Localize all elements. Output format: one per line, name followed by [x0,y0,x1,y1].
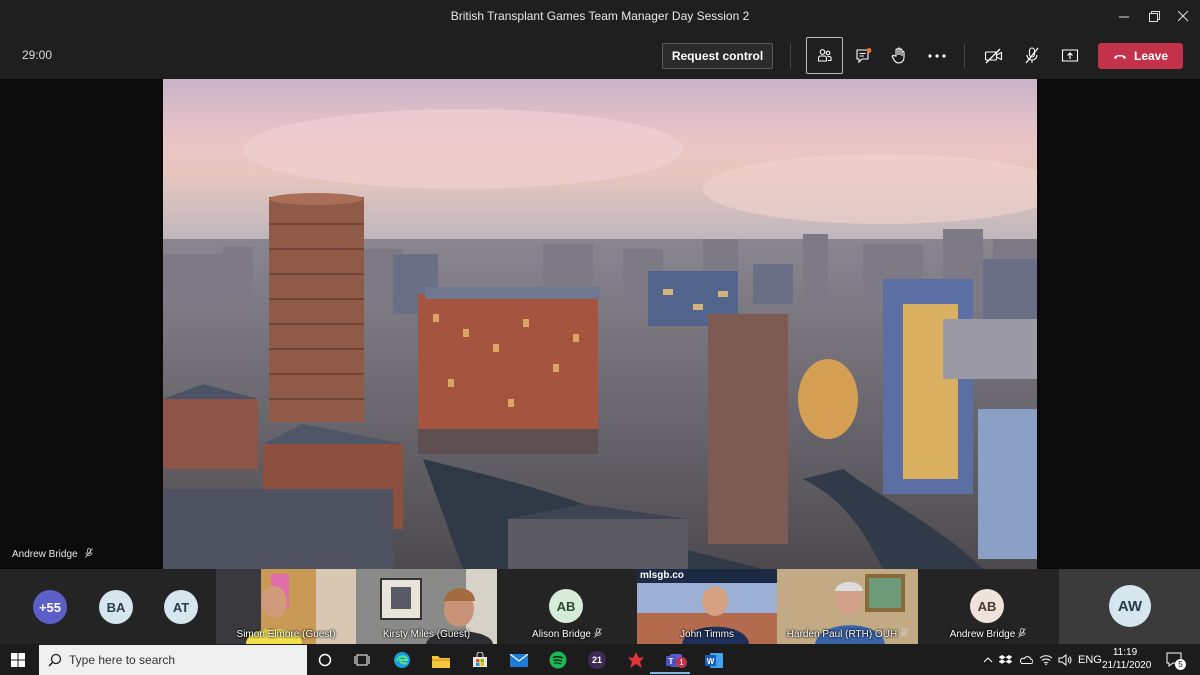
search-icon [48,653,62,670]
system-clock[interactable]: 11:19 21/11/2020 [1102,646,1152,672]
mic-off-icon[interactable] [1013,37,1050,74]
toolbar-divider [964,43,965,69]
meeting-timer: 29:00 [22,48,53,62]
presenter-label: Andrew Bridge [12,548,93,560]
participant-video-tile[interactable]: Kirsty Miles (Guest) [356,569,497,644]
file-explorer-icon[interactable] [428,647,454,673]
meeting-toolbar: 29:00 Request control Leave [0,32,1200,79]
mic-muted-icon [82,548,93,560]
svg-text:T: T [669,657,674,666]
participant-video-tile[interactable]: Harden Paul (RTH) OUH [777,569,918,644]
notification-count-badge: 5 [1175,659,1186,670]
participant-strip: +55 BA AT Simon Elmore (Guest) Kirsty Mi… [0,569,1200,644]
participant-video-tile[interactable]: mlsgb.co John Timms [637,569,777,644]
window-title: British Transplant Games Team Manager Da… [450,9,750,23]
language-indicator[interactable]: ENG [1078,644,1102,675]
mic-muted-icon [1018,628,1027,638]
self-avatar-aw: AW [1109,585,1151,627]
wifi-icon[interactable] [1039,644,1053,675]
dropbox-icon[interactable] [999,644,1012,675]
task-view-icon[interactable] [349,647,375,673]
app-21-icon[interactable]: 21 [584,647,610,673]
spotify-icon[interactable] [545,647,571,673]
participant-avatar-tile[interactable]: AB Andrew Bridge [918,569,1058,644]
mic-muted-icon [594,628,602,638]
more-participants-button[interactable]: +55 [33,590,67,624]
onedrive-icon[interactable] [1019,644,1033,675]
chat-icon[interactable] [845,37,882,74]
request-control-button[interactable]: Request control [662,43,773,69]
windows-start-icon[interactable] [5,647,31,673]
teams-meeting-window: British Transplant Games Team Manager Da… [0,0,1200,675]
participant-avatar-ab: AB [970,589,1004,623]
svg-text:W: W [707,657,715,666]
participant-video-tile[interactable]: Simon Elmore (Guest) [216,569,356,644]
self-view-tile[interactable]: AW [1059,569,1200,644]
windows-taskbar: Type here to search 21 T 1 W ENG 11:19 2… [0,644,1200,675]
taskbar-search-input[interactable]: Type here to search [39,645,307,675]
participant-avatar-tile[interactable]: AB Alison Bridge [497,569,637,644]
hang-up-icon [1113,49,1127,63]
shared-screen-image [163,79,1037,569]
raise-hand-icon[interactable] [880,37,917,74]
shared-screen-stage: Andrew Bridge [0,79,1200,569]
show-hidden-icons-icon[interactable] [983,644,993,675]
participants-icon[interactable] [806,37,843,74]
app-red-icon[interactable] [623,647,649,673]
clock-time: 11:19 [1112,647,1138,658]
store-icon[interactable] [467,647,493,673]
participant-avatar-ba[interactable]: BA [99,590,133,624]
teams-icon[interactable]: T 1 [662,647,688,673]
title-bar: British Transplant Games Team Manager Da… [0,0,1200,32]
video-overlay-text: mlsgb.co [640,570,684,581]
mic-muted-icon [900,628,909,638]
participant-name: Kirsty Miles (Guest) [382,629,471,640]
participant-name: Harden Paul (RTH) OUH [777,628,918,640]
active-app-indicator [650,672,690,674]
participant-name: Simon Elmore (Guest) [236,629,336,640]
more-icon[interactable] [918,37,955,74]
participant-name: John Timms [680,629,734,640]
participant-name: Alison Bridge [497,628,637,640]
word-icon[interactable]: W [701,647,727,673]
volume-icon[interactable] [1058,644,1072,675]
participant-avatar-at[interactable]: AT [164,590,198,624]
cortana-icon[interactable] [312,647,338,673]
action-center-icon[interactable]: 5 [1166,644,1186,675]
clock-date: 21/11/2020 [1102,660,1152,671]
participant-name: Andrew Bridge [918,628,1058,640]
city-skyline-picture [163,79,1037,569]
participant-avatar-ab: AB [549,589,583,623]
leave-label: Leave [1133,49,1169,63]
teams-badge: 1 [676,657,687,668]
close-icon[interactable] [1160,0,1200,32]
mail-icon[interactable] [506,647,532,673]
leave-button[interactable]: Leave [1098,43,1183,69]
search-placeholder: Type here to search [69,653,176,667]
edge-icon[interactable] [389,647,415,673]
presenter-name: Andrew Bridge [12,548,78,560]
camera-off-icon[interactable] [975,37,1012,74]
toolbar-divider [790,43,791,69]
share-icon[interactable] [1051,37,1088,74]
